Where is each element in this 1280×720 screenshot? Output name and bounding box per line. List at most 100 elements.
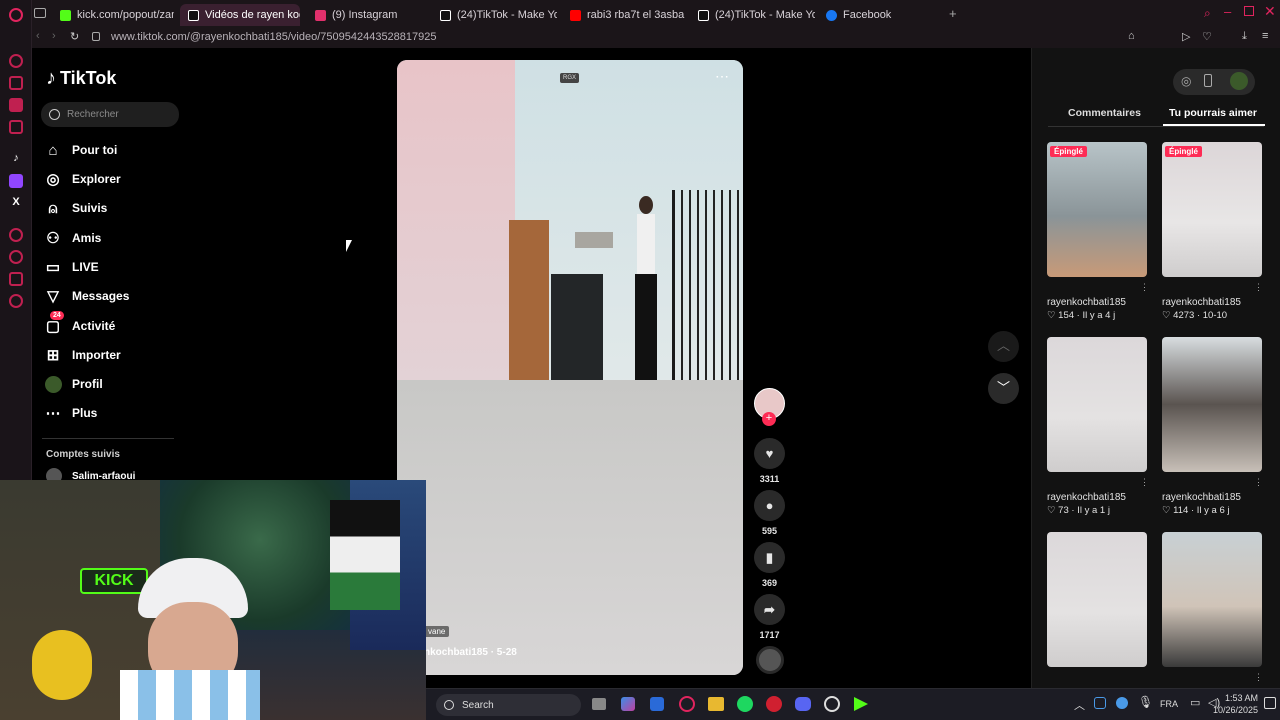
taskbar-search[interactable]: Search — [436, 694, 581, 716]
nav-explorer[interactable]: ◎ Explorer — [44, 170, 120, 188]
tab-bar: kick.com/popout/zanoun Vidéos de rayen k… — [32, 0, 1280, 28]
menu-icon[interactable]: ≡ — [1262, 30, 1268, 42]
webcam-overlay: KICK — [0, 480, 426, 720]
nav-messages[interactable]: ▽ Messages — [44, 287, 129, 305]
aria-icon[interactable] — [9, 54, 23, 68]
network-icon[interactable]: ▭ — [1190, 696, 1200, 709]
thumbnail-card[interactable]: Épinglé — [1162, 142, 1262, 277]
pinned-badge: Épinglé — [1165, 146, 1202, 157]
discord-icon[interactable] — [795, 697, 811, 711]
tab-kick[interactable]: kick.com/popout/zanoun — [52, 4, 174, 26]
next-video-button[interactable]: ﹀ — [988, 373, 1019, 404]
thumbnail-card[interactable] — [1047, 532, 1147, 667]
steam-icon[interactable] — [824, 696, 840, 712]
music-disc-icon[interactable] — [756, 646, 784, 674]
tab-commentaires[interactable]: Commentaires — [1068, 107, 1141, 119]
play-icon[interactable]: ▷ — [1182, 30, 1190, 43]
thumb-more-icon[interactable]: ⋮ — [1254, 477, 1263, 488]
search-input[interactable]: Rechercher — [41, 102, 179, 127]
nav-pour-toi[interactable]: ⌂ Pour toi — [44, 141, 117, 159]
tab-tiktok-1[interactable]: (24)TikTok - Make Your D — [432, 4, 557, 26]
compass-icon: ◎ — [46, 171, 60, 188]
nav-profil[interactable]: Profil — [44, 375, 103, 393]
search-tabs-icon[interactable]: ⌕ — [1204, 6, 1211, 21]
close-icon[interactable]: ✕ — [1264, 3, 1276, 20]
thumb-username[interactable]: rayenkochbati185 — [1047, 297, 1126, 308]
copilot-icon[interactable] — [621, 697, 635, 711]
thumb-more-icon[interactable]: ⋮ — [1254, 672, 1263, 683]
compass-icon[interactable]: ◎ — [1181, 74, 1191, 88]
minimize-icon[interactable]: – — [1224, 4, 1231, 19]
video-player[interactable]: RGX ⋯ vane nkochbati185 · 5-28 — [397, 60, 743, 675]
pin-icon[interactable]: ⌂ — [1128, 30, 1135, 42]
avatar[interactable] — [1230, 72, 1248, 90]
phone-icon[interactable] — [1204, 74, 1212, 87]
new-tab-plus-icon[interactable]: + — [949, 6, 957, 21]
download-icon[interactable]: ⤓ — [1242, 30, 1247, 43]
thumb-username[interactable]: rayenkochbati185 — [1047, 492, 1126, 503]
tiktok-logo[interactable]: ♪ TikTok — [46, 67, 116, 90]
like-button[interactable]: ♥ 3311 — [754, 438, 785, 484]
nav-suivis[interactable]: ⍝ Suivis — [44, 199, 107, 217]
heart-bookmark-icon[interactable]: ♡ — [1202, 30, 1212, 43]
opera-gx-icon[interactable] — [679, 696, 695, 712]
tab-tu-pourrais-aimer[interactable]: Tu pourrais aimer — [1169, 107, 1257, 119]
thumbnail-card[interactable] — [1162, 532, 1262, 667]
twitch-icon[interactable] — [9, 174, 23, 188]
reload-icon[interactable]: ↻ — [70, 30, 79, 43]
follow-plus-icon[interactable]: + — [762, 412, 776, 426]
wallet-icon[interactable] — [9, 120, 23, 134]
show-hidden-icons-icon[interactable]: ︿ — [1074, 697, 1085, 713]
language-indicator[interactable]: FRA — [1160, 699, 1178, 709]
tab-facebook[interactable]: Facebook — [818, 4, 928, 26]
task-view-icon[interactable] — [592, 698, 606, 710]
nav-plus[interactable]: ⋯ Plus — [44, 404, 98, 422]
nav-live[interactable]: ▭ LIVE — [44, 258, 99, 276]
tab-instagram[interactable]: (9) Instagram — [307, 4, 427, 26]
history-icon[interactable] — [9, 250, 23, 264]
thumb-username[interactable]: rayenkochbati185 — [1162, 297, 1241, 308]
kick-studio-icon[interactable] — [854, 697, 868, 711]
thumbnail-card[interactable] — [1162, 337, 1262, 472]
thumb-username[interactable]: rayenkochbati185 — [1162, 492, 1241, 503]
share-button[interactable]: ➦ 1717 — [754, 594, 785, 640]
prev-video-button[interactable]: ︿ — [988, 331, 1019, 362]
bag-icon[interactable] — [9, 76, 23, 90]
sync-icon[interactable] — [1094, 697, 1106, 709]
spotify-icon[interactable] — [737, 696, 753, 712]
tiktok-sidebar-icon[interactable]: ♪ — [9, 152, 23, 166]
nav-amis[interactable]: ⚇ Amis — [44, 229, 101, 247]
maximize-icon[interactable] — [1244, 6, 1254, 16]
x-icon[interactable]: X — [9, 196, 23, 210]
tab-youtube[interactable]: rabi3 rba7t el 3asba - Yo — [562, 4, 687, 26]
player-icon[interactable] — [9, 228, 23, 242]
opera-logo-icon[interactable] — [9, 8, 23, 22]
clock-time[interactable]: 1:53 AM — [1224, 693, 1258, 703]
back-icon[interactable]: ‹ — [36, 30, 40, 42]
thumb-more-icon[interactable]: ⋮ — [1140, 282, 1149, 293]
app-red-icon[interactable] — [766, 696, 782, 712]
thumbnail-card[interactable]: Épinglé — [1047, 142, 1147, 277]
workspaces-icon[interactable] — [34, 8, 46, 18]
store-icon[interactable] — [650, 697, 664, 711]
comment-button[interactable]: ● 595 — [754, 490, 785, 536]
nav-activite[interactable]: ▢ 24 Activité — [44, 311, 115, 335]
tab-tiktok-videos[interactable]: Vidéos de rayen kochbati — [180, 4, 300, 26]
clock-date[interactable]: 10/26/2025 — [1210, 705, 1258, 715]
thumb-more-icon[interactable]: ⋮ — [1254, 282, 1263, 293]
save-button[interactable]: ▮ 369 — [754, 542, 785, 588]
thumbnail-card[interactable] — [1047, 337, 1147, 472]
thumb-more-icon[interactable]: ⋮ — [1140, 477, 1149, 488]
nav-importer[interactable]: ⊞ Importer — [44, 346, 121, 364]
settings-icon[interactable] — [9, 294, 23, 308]
file-explorer-icon[interactable] — [708, 697, 724, 711]
messenger-icon[interactable] — [9, 98, 23, 112]
extensions-icon[interactable] — [9, 272, 23, 286]
url-field[interactable]: www.tiktok.com/@rayenkochbati185/video/7… — [111, 31, 437, 43]
tab-tiktok-2[interactable]: (24)TikTok - Make Your D — [690, 4, 815, 26]
forward-icon[interactable]: › — [52, 30, 56, 42]
video-more-icon[interactable]: ⋯ — [715, 68, 729, 85]
notifications-icon[interactable] — [1264, 697, 1276, 709]
cloud-icon[interactable] — [1116, 697, 1128, 709]
microphone-icon[interactable]: 🎙︎ — [1138, 695, 1153, 709]
